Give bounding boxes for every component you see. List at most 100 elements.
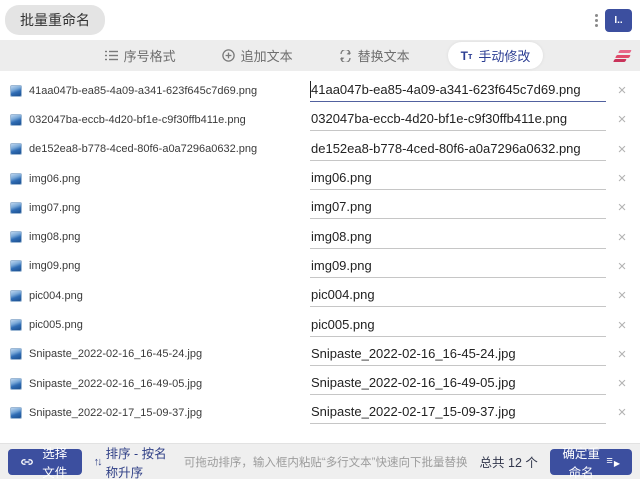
sort-control[interactable]: ↑↓ 排序 - 按名称升序	[94, 443, 172, 479]
rename-input[interactable]	[310, 138, 606, 161]
image-file-icon	[10, 348, 22, 360]
file-row-left: Snipaste_2022-02-16_16-45-24.jpg	[10, 348, 310, 360]
original-filename: pic005.png	[29, 319, 83, 331]
sort-label: 排序 - 按名称升序	[106, 443, 172, 479]
slanted-lines-icon[interactable]	[614, 50, 632, 64]
rename-input[interactable]	[310, 196, 606, 219]
original-filename: pic004.png	[29, 290, 83, 302]
original-filename: de152ea8-b778-4ced-80f6-a0a7296a0632.png	[29, 143, 257, 155]
rename-input[interactable]	[310, 343, 606, 366]
rename-input-wrap	[310, 372, 606, 395]
plus-circle-icon	[222, 49, 235, 62]
remove-file-icon[interactable]: ×	[610, 200, 634, 215]
footer-bar: 选择文件 ↑↓ 排序 - 按名称升序 可拖动排序，输入框内粘贴“多行文本”快速向…	[0, 443, 640, 479]
file-row-left: Snipaste_2022-02-16_16-49-05.jpg	[10, 378, 310, 390]
original-filename: 032047ba-eccb-4d20-bf1e-c9f30ffb411e.png	[29, 114, 246, 126]
image-file-icon	[10, 260, 22, 272]
file-row-left: pic004.png	[10, 290, 310, 302]
replace-icon	[339, 50, 352, 62]
file-row-left: Snipaste_2022-02-17_15-09-37.jpg	[10, 407, 310, 419]
rename-input-wrap	[310, 226, 606, 249]
tab-replace-text[interactable]: 替换文本	[331, 42, 418, 69]
remove-file-icon[interactable]: ×	[610, 171, 634, 186]
rename-input-wrap	[310, 314, 606, 337]
tab-manual-edit[interactable]: Tт 手动修改	[448, 42, 544, 69]
file-row: pic005.png ×	[0, 310, 640, 339]
original-filename: img07.png	[29, 202, 80, 214]
link-icon	[20, 457, 34, 467]
header: 批量重命名 I..	[0, 0, 640, 40]
tab-label: 追加文本	[241, 46, 293, 65]
original-filename: Snipaste_2022-02-17_15-09-37.jpg	[29, 407, 202, 419]
rename-input-wrap	[310, 138, 606, 161]
text-case-icon: Tт	[461, 49, 473, 63]
original-filename: Snipaste_2022-02-16_16-49-05.jpg	[29, 378, 202, 390]
file-row-left: 032047ba-eccb-4d20-bf1e-c9f30ffb411e.png	[10, 114, 310, 126]
rename-input-wrap	[310, 79, 606, 102]
image-file-icon	[10, 173, 22, 185]
rename-input[interactable]	[310, 79, 606, 102]
file-row-left: img09.png	[10, 260, 310, 272]
rename-input[interactable]	[310, 255, 606, 278]
file-row: img06.png ×	[0, 164, 640, 193]
rename-input[interactable]	[310, 314, 606, 337]
image-file-icon	[10, 85, 22, 97]
file-row: 41aa047b-ea85-4a09-a341-623f645c7d69.png…	[0, 76, 640, 105]
rename-input-wrap	[310, 167, 606, 190]
remove-file-icon[interactable]: ×	[610, 376, 634, 391]
image-file-icon	[10, 378, 22, 390]
rename-input[interactable]	[310, 108, 606, 131]
image-file-icon	[10, 202, 22, 214]
remove-file-icon[interactable]: ×	[610, 259, 634, 274]
remove-file-icon[interactable]: ×	[610, 83, 634, 98]
extension-badge-icon[interactable]: I..	[605, 9, 632, 32]
tab-serial-format[interactable]: 序号格式	[97, 42, 184, 69]
file-row: img07.png ×	[0, 193, 640, 222]
file-row: Snipaste_2022-02-16_16-49-05.jpg ×	[0, 369, 640, 398]
file-row: Snipaste_2022-02-17_15-09-37.jpg ×	[0, 398, 640, 427]
image-file-icon	[10, 231, 22, 243]
image-file-icon	[10, 143, 22, 155]
original-filename: img06.png	[29, 173, 80, 185]
remove-file-icon[interactable]: ×	[610, 318, 634, 333]
image-file-icon	[10, 319, 22, 331]
file-row-left: 41aa047b-ea85-4a09-a341-623f645c7d69.png	[10, 85, 310, 97]
rename-input[interactable]	[310, 284, 606, 307]
remove-file-icon[interactable]: ×	[610, 347, 634, 362]
select-files-button[interactable]: 选择文件	[8, 449, 82, 475]
confirm-rename-button[interactable]: 确定重命名 ≡▶	[550, 449, 632, 475]
file-row-left: img07.png	[10, 202, 310, 214]
select-files-label: 选择文件	[40, 443, 70, 479]
remove-file-icon[interactable]: ×	[610, 230, 634, 245]
rename-input-wrap	[310, 196, 606, 219]
file-row-left: pic005.png	[10, 319, 310, 331]
original-filename: Snipaste_2022-02-16_16-45-24.jpg	[29, 348, 202, 360]
file-row-left: img06.png	[10, 173, 310, 185]
file-row: img09.png ×	[0, 252, 640, 281]
rename-input[interactable]	[310, 167, 606, 190]
rename-input-wrap	[310, 108, 606, 131]
file-row: img08.png ×	[0, 222, 640, 251]
up-down-arrows-icon: ↑↓	[94, 456, 101, 468]
remove-file-icon[interactable]: ×	[610, 405, 634, 420]
original-filename: img08.png	[29, 231, 80, 243]
kebab-menu-icon[interactable]	[595, 14, 598, 27]
image-file-icon	[10, 114, 22, 126]
total-count: 总共 12 个	[480, 452, 538, 471]
file-row: Snipaste_2022-02-16_16-45-24.jpg ×	[0, 340, 640, 369]
header-actions: I..	[595, 0, 632, 40]
tab-label: 序号格式	[124, 46, 176, 65]
rename-input[interactable]	[310, 372, 606, 395]
rename-input-wrap	[310, 284, 606, 307]
rename-input[interactable]	[310, 226, 606, 249]
batch-rename-window: 批量重命名 I.. 序号格式 追加文本 替换文本 Tт 手动修改	[0, 0, 640, 479]
image-file-icon	[10, 290, 22, 302]
rename-input[interactable]	[310, 401, 606, 424]
rename-input-wrap	[310, 401, 606, 424]
remove-file-icon[interactable]: ×	[610, 142, 634, 157]
remove-file-icon[interactable]: ×	[610, 288, 634, 303]
remove-file-icon[interactable]: ×	[610, 112, 634, 127]
original-filename: 41aa047b-ea85-4a09-a341-623f645c7d69.png	[29, 85, 257, 97]
tab-append-text[interactable]: 追加文本	[214, 42, 301, 69]
tab-label: 手动修改	[478, 46, 530, 65]
